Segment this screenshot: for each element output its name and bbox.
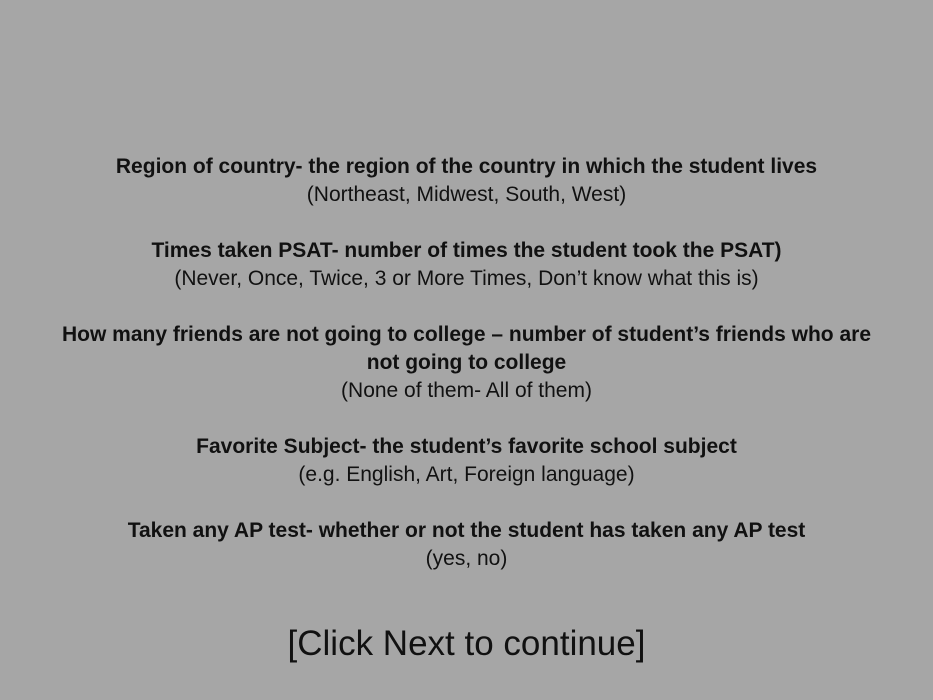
variable-values: (Never, Once, Twice, 3 or More Times, Do… (174, 267, 759, 290)
variable-region: Region of country- the region of the cou… (0, 153, 933, 209)
continue-prompt[interactable]: [Click Next to continue] (0, 624, 933, 664)
variable-values: (yes, no) (425, 547, 508, 570)
variable-friends: How many friends are not going to colleg… (0, 321, 933, 405)
variable-title: Taken any AP test- whether or not the st… (127, 519, 806, 542)
variable-values: (None of them- All of them) (341, 379, 592, 402)
variable-title: Favorite Subject- the student’s favorite… (196, 435, 737, 458)
variable-title: Times taken PSAT- number of times the st… (151, 239, 782, 262)
variable-favorite-subject: Favorite Subject- the student’s favorite… (0, 433, 933, 489)
variable-values: (Northeast, Midwest, South, West) (306, 183, 627, 206)
variable-descriptions: Region of country- the region of the cou… (0, 153, 933, 601)
variable-ap-test: Taken any AP test- whether or not the st… (0, 517, 933, 573)
variable-values: (e.g. English, Art, Foreign language) (298, 463, 635, 486)
variable-psat: Times taken PSAT- number of times the st… (0, 237, 933, 293)
variable-title: Region of country- the region of the cou… (115, 155, 818, 178)
variable-title: How many friends are not going to colleg… (62, 323, 871, 374)
